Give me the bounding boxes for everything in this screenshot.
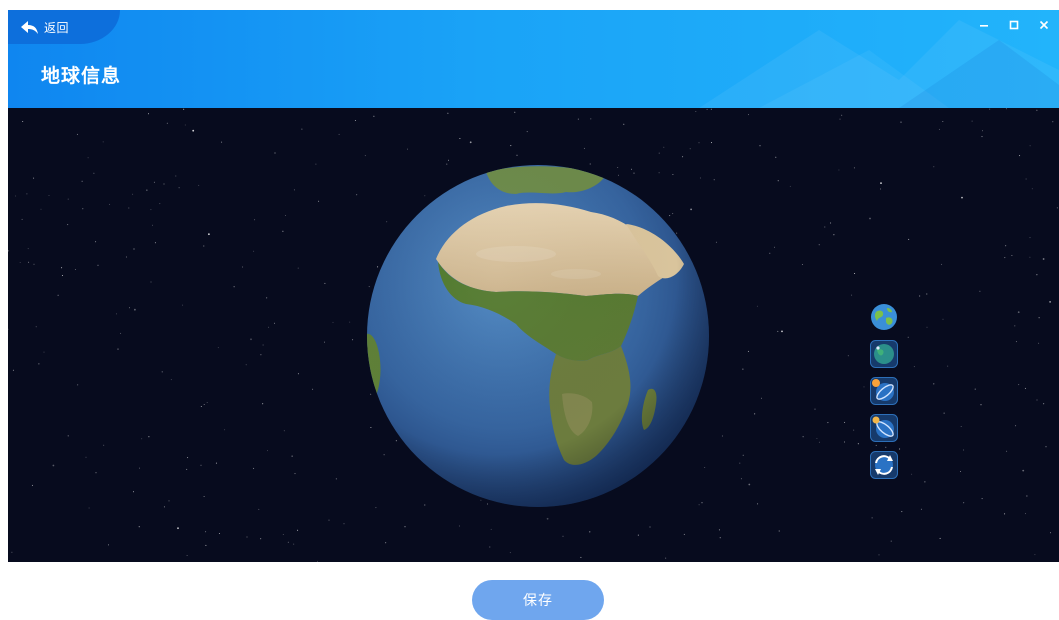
back-button[interactable]: 返回 (8, 10, 120, 44)
orbit-moon-icon[interactable] (870, 414, 898, 442)
page-title: 地球信息 (41, 65, 122, 87)
back-label: 返回 (44, 20, 70, 35)
back-arrow-icon (21, 20, 39, 34)
globe-layer-icon[interactable] (870, 340, 898, 368)
earth-view-icon[interactable] (870, 303, 898, 331)
close-icon[interactable] (1029, 16, 1059, 34)
orbit-sun-icon[interactable] (870, 377, 898, 405)
earth-globe[interactable] (366, 164, 710, 508)
earth-viewer[interactable] (8, 108, 1059, 562)
tool-bar (870, 303, 898, 479)
rotate-icon[interactable] (870, 451, 898, 479)
header-bar: 返回 地球信息 (8, 10, 1059, 108)
app-window: 返回 地球信息 保存 (8, 10, 1059, 620)
window-controls (969, 16, 1059, 34)
maximize-icon[interactable] (999, 16, 1029, 34)
save-button[interactable]: 保存 (472, 580, 604, 620)
minimize-icon[interactable] (969, 16, 999, 34)
